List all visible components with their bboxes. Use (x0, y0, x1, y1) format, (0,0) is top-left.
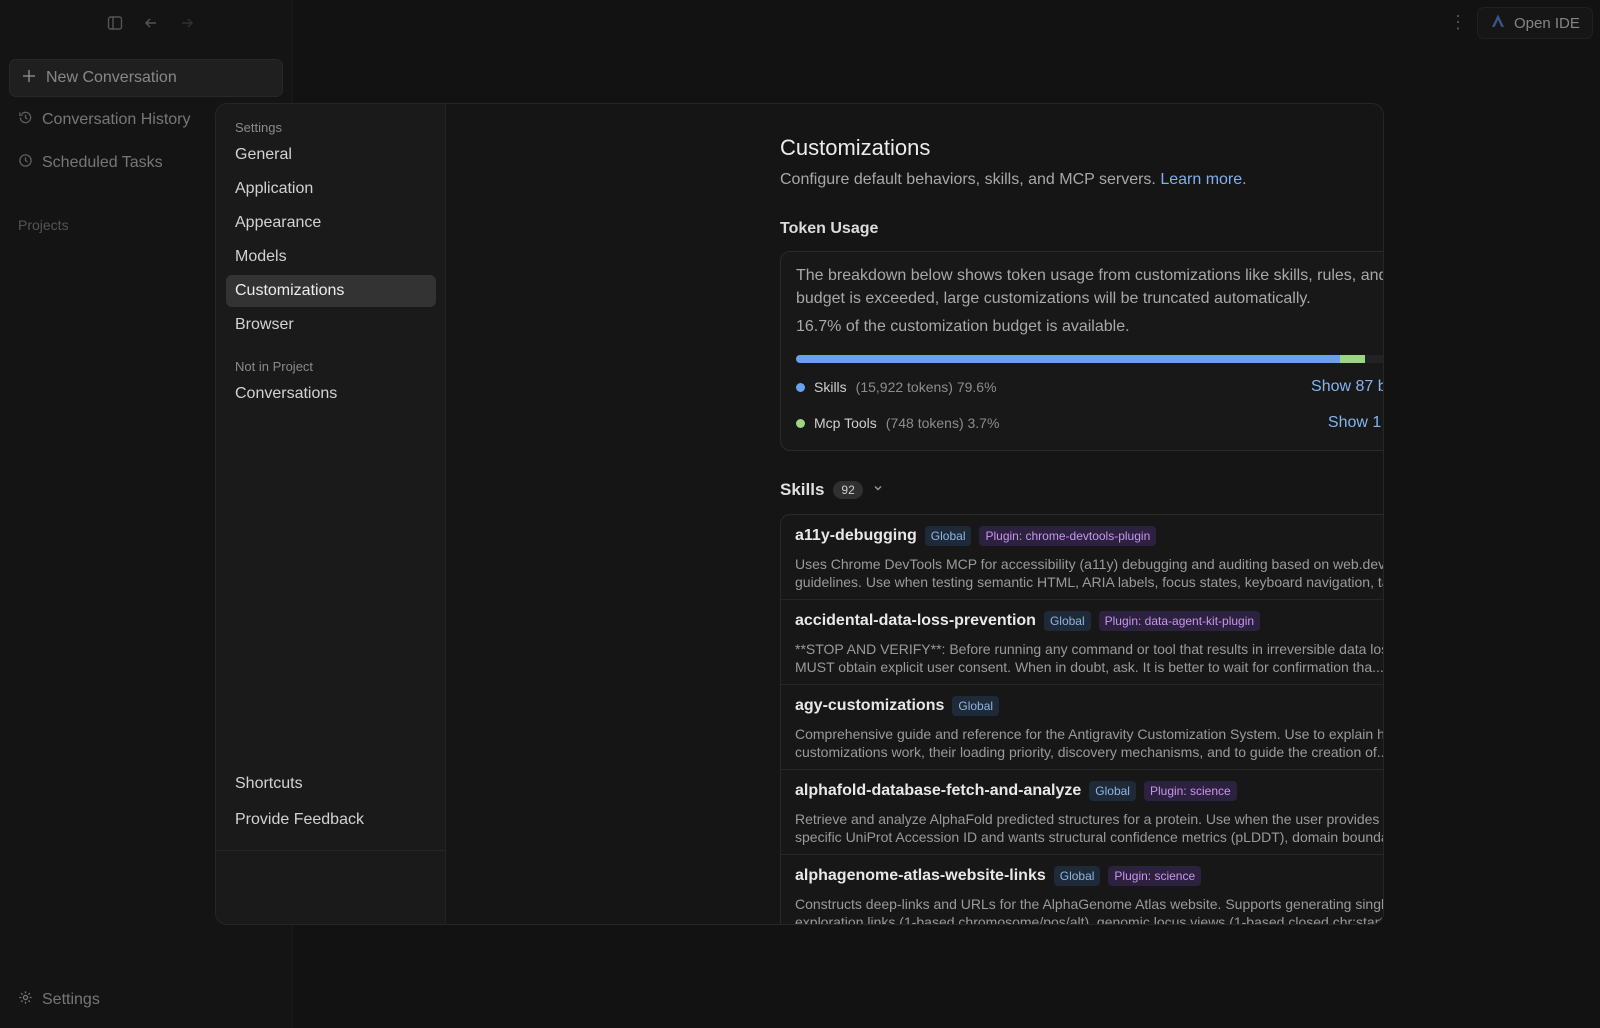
skill-description: **STOP AND VERIFY**: Before running any … (795, 641, 1383, 675)
skills-title: Skills (780, 480, 825, 499)
scope-tag: Global (924, 526, 972, 546)
nav-item-application[interactable]: Application (226, 173, 436, 205)
ide-logo-icon (1490, 13, 1506, 33)
settings-modal: Settings General Application Appearance … (215, 103, 1384, 925)
settings-content: Customizations Configure default behavio… (446, 104, 1383, 924)
nav-item-customizations[interactable]: Customizations (226, 275, 436, 307)
scheduled-tasks-link[interactable]: Scheduled Tasks (18, 153, 163, 173)
not-in-project-label: Not in Project (235, 359, 314, 374)
skill-name: agy-customizations (795, 697, 945, 714)
page-description: Configure default behaviors, skills, and… (780, 171, 1383, 189)
legend-row-skills: Skills (15,922 tokens) 79.6% Show 87 bre… (796, 378, 1383, 396)
page-description-text: Configure default behaviors, skills, and… (780, 171, 1156, 188)
scheduled-tasks-label: Scheduled Tasks (42, 154, 163, 171)
plugin-tag: Plugin: science (1108, 866, 1202, 886)
nav-item-provide-feedback[interactable]: Provide Feedback (226, 804, 436, 836)
open-ide-button[interactable]: Open IDE (1477, 7, 1593, 39)
skill-row[interactable]: alphagenome-atlas-website-links Global P… (781, 855, 1383, 924)
skill-name: a11y-debugging (795, 527, 917, 544)
legend-name: Mcp Tools (814, 415, 877, 431)
conversation-history-label: Conversation History (42, 111, 191, 128)
legend-row-mcp-tools: Mcp Tools (748 tokens) 3.7% Show 1 break… (796, 414, 1383, 432)
show-skills-breakdowns-link[interactable]: Show 87 breakdowns (1311, 378, 1383, 396)
nav-item-shortcuts[interactable]: Shortcuts (226, 768, 436, 800)
plugin-tag: Plugin: data-agent-kit-plugin (1098, 611, 1261, 631)
skill-name: alphafold-database-fetch-and-analyze (795, 782, 1082, 799)
skill-name: accidental-data-loss-prevention (795, 612, 1036, 629)
token-usage-bar (796, 355, 1383, 363)
chevron-down-icon[interactable] (872, 481, 884, 499)
nav-item-conversations[interactable]: Conversations (226, 378, 436, 410)
skill-header: alphafold-database-fetch-and-analyze Glo… (795, 781, 1383, 801)
skill-row[interactable]: a11y-debugging Global Plugin: chrome-dev… (781, 515, 1383, 600)
projects-label: Projects (18, 217, 69, 233)
scope-tag: Global (952, 696, 1000, 716)
skill-description: Retrieve and analyze AlphaFold predicted… (795, 811, 1383, 845)
settings-group-label: Settings (235, 120, 282, 135)
legend-meta: (748 tokens) 3.7% (885, 415, 1000, 431)
token-usage-title: Token Usage (780, 220, 879, 237)
token-usage-card: The breakdown below shows token usage fr… (780, 251, 1383, 451)
skill-description: Uses Chrome DevTools MCP for accessibili… (795, 556, 1383, 590)
skill-header: a11y-debugging Global Plugin: chrome-dev… (795, 526, 1383, 546)
nav-divider (216, 850, 446, 851)
legend-dot-mcp (796, 418, 805, 428)
forward-arrow-icon[interactable] (176, 12, 198, 34)
token-bar-mcp-segment (1339, 355, 1365, 363)
skills-list: a11y-debugging Global Plugin: chrome-dev… (780, 514, 1383, 924)
legend-dot-skills (796, 382, 805, 392)
settings-nav: Settings General Application Appearance … (216, 104, 446, 924)
clock-icon (18, 153, 33, 173)
new-conversation-label: New Conversation (46, 69, 177, 86)
skills-count-badge: 92 (833, 481, 863, 499)
page-description-period: . (1242, 171, 1247, 188)
legend-meta: (15,922 tokens) 79.6% (855, 379, 997, 395)
skill-description: Constructs deep-links and URLs for the A… (795, 896, 1383, 924)
scope-tag: Global (1089, 781, 1136, 801)
budget-available-text: 16.7% of the customization budget is ava… (796, 318, 1130, 335)
settings-label: Settings (42, 991, 100, 1008)
back-arrow-icon[interactable] (140, 12, 162, 34)
sidebar-toggle-icon[interactable] (104, 12, 126, 34)
skill-description: Comprehensive guide and reference for th… (795, 726, 1383, 760)
skill-row[interactable]: accidental-data-loss-prevention Global P… (781, 600, 1383, 685)
conversation-history-link[interactable]: Conversation History (18, 110, 191, 130)
skill-header: accidental-data-loss-prevention Global P… (795, 611, 1383, 631)
nav-item-appearance[interactable]: Appearance (226, 207, 436, 239)
new-conversation-button[interactable]: New Conversation (9, 59, 283, 97)
skill-name: alphagenome-atlas-website-links (795, 867, 1046, 884)
gear-icon (18, 990, 33, 1010)
topbar-nav (104, 12, 198, 34)
nav-item-models[interactable]: Models (226, 241, 436, 273)
scope-tag: Global (1053, 866, 1101, 886)
token-usage-explanation: The breakdown below shows token usage fr… (796, 267, 1383, 307)
show-mcp-breakdown-link[interactable]: Show 1 breakdown (1328, 414, 1383, 432)
settings-link[interactable]: Settings (18, 990, 100, 1010)
skill-header: alphagenome-atlas-website-links Global P… (795, 866, 1383, 886)
open-ide-label: Open IDE (1514, 14, 1580, 32)
plugin-tag: Plugin: chrome-devtools-plugin (979, 526, 1157, 546)
plugin-tag: Plugin: science (1143, 781, 1237, 801)
page-title: Customizations (780, 135, 931, 160)
more-menu-icon[interactable]: ⋮ (1448, 12, 1468, 33)
skills-header[interactable]: Skills 92 (780, 480, 1383, 500)
history-icon (18, 110, 33, 130)
scope-tag: Global (1043, 611, 1091, 631)
legend-name: Skills (814, 379, 847, 395)
nav-item-browser[interactable]: Browser (226, 309, 436, 341)
skill-row[interactable]: alphafold-database-fetch-and-analyze Glo… (781, 770, 1383, 855)
learn-more-link[interactable]: Learn more (1160, 171, 1242, 188)
skill-header: agy-customizations Global (795, 696, 1383, 716)
nav-item-general[interactable]: General (226, 139, 436, 171)
plus-icon (22, 69, 36, 88)
skill-row[interactable]: agy-customizations Global Comprehensive … (781, 685, 1383, 770)
token-bar-skills-segment (796, 355, 1340, 363)
